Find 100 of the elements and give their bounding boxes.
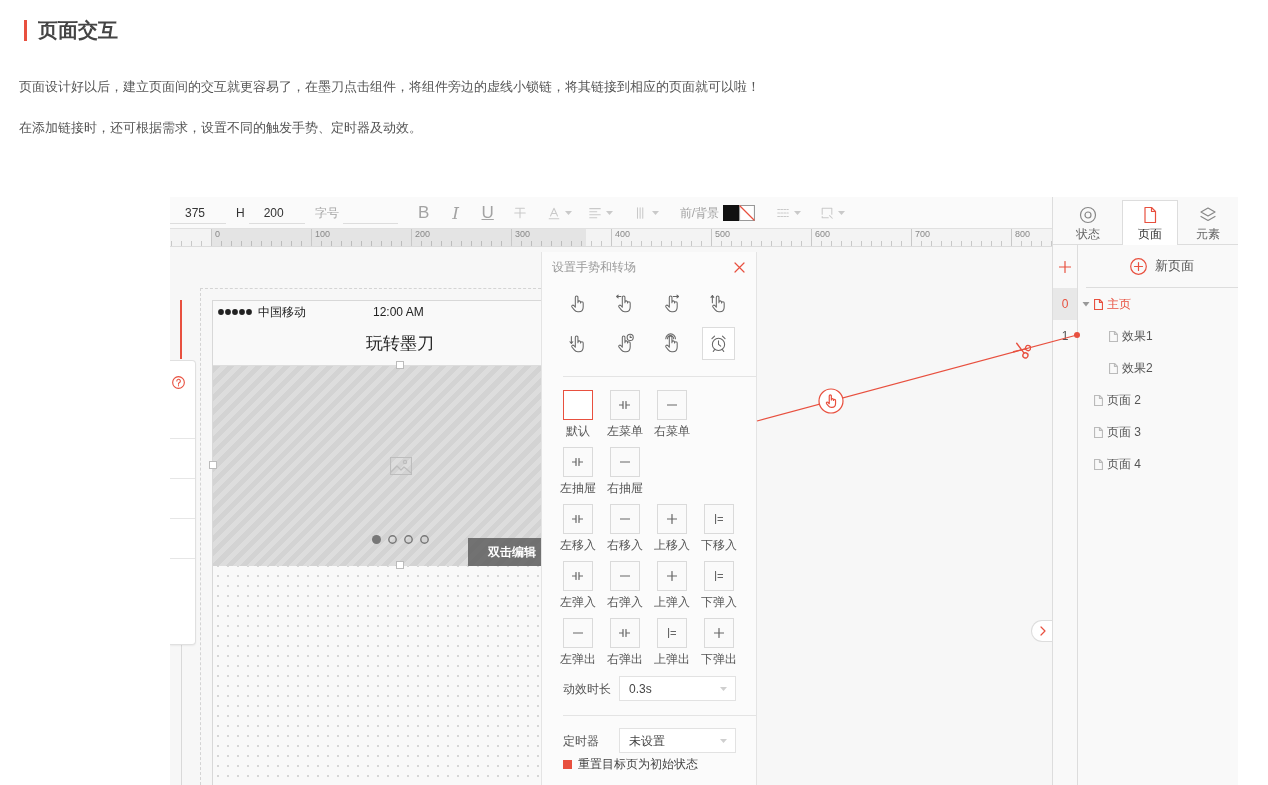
minus-icon xyxy=(666,404,677,406)
plus-icon xyxy=(713,628,724,638)
chevron-right-icon xyxy=(1040,626,1046,636)
transition-label: 左抽屉 xyxy=(559,481,596,495)
caret-down-icon[interactable] xyxy=(1082,300,1090,308)
ruler-label: 300 xyxy=(515,229,531,240)
duration-label: 动效时长 xyxy=(563,680,612,697)
caret-icon xyxy=(837,210,845,215)
status-time: 12:00 AM xyxy=(373,303,424,321)
bar-lines-icon xyxy=(667,628,676,638)
panel-tab[interactable]: 状态 xyxy=(1053,200,1122,245)
strikethrough-icon xyxy=(512,205,527,220)
ruler-label: 0 xyxy=(215,229,220,240)
gesture-button[interactable] xyxy=(702,327,735,360)
ruler-label: 400 xyxy=(615,229,631,240)
new-page-button[interactable]: 新页面 xyxy=(1130,256,1194,276)
minus-icon xyxy=(619,461,630,463)
transition-label: 默认 xyxy=(565,424,590,438)
help-icon[interactable] xyxy=(172,376,185,389)
add-icon[interactable] xyxy=(1059,260,1071,273)
caret-icon xyxy=(720,738,727,743)
duration-select[interactable]: 0.3s xyxy=(619,676,736,701)
transition-label: 下弹出 xyxy=(700,652,737,666)
collapse-button[interactable] xyxy=(1031,620,1052,642)
resize-handle[interactable] xyxy=(396,561,404,569)
minus-icon xyxy=(619,575,630,577)
checkbox-label: 重置目标页为初始状态 xyxy=(578,757,698,771)
transition-label: 右移入 xyxy=(606,538,643,552)
transition-label: 左弹入 xyxy=(559,595,596,609)
page-item[interactable]: 效果2 xyxy=(1078,352,1238,384)
heading-accent-bar xyxy=(24,19,27,41)
split-bars-icon xyxy=(572,458,583,466)
transition-option[interactable] xyxy=(562,390,593,420)
page-item[interactable]: 页面 3 xyxy=(1078,416,1238,448)
ruler-label: 600 xyxy=(815,229,831,240)
add-circle-icon xyxy=(1130,257,1147,275)
transition-label: 右弹入 xyxy=(606,595,643,609)
close-icon[interactable] xyxy=(734,261,745,273)
page-item[interactable]: 效果1 xyxy=(1078,320,1238,352)
file-icon xyxy=(1094,394,1103,406)
align-lines-icon xyxy=(588,205,603,220)
ruler-label: 800 xyxy=(1015,229,1031,240)
color-label: 前/背景 xyxy=(679,204,719,221)
file-icon xyxy=(1141,205,1159,224)
caret-icon xyxy=(565,210,573,215)
minus-icon xyxy=(619,518,630,520)
caret-icon xyxy=(652,210,660,215)
scissors-icon[interactable] xyxy=(1013,341,1031,359)
paragraph: 页面设计好以后，建立页面间的交互就更容易了，在墨刀点击组件，将组件旁边的虚线小锁链，将其链接到相应的页面就可以啦！ xyxy=(19,78,761,96)
panel-tab[interactable]: 元素 xyxy=(1178,200,1238,245)
page-item[interactable]: 页面 2 xyxy=(1078,384,1238,416)
file-icon xyxy=(1109,330,1118,342)
font-size-label: 字号 xyxy=(314,204,339,221)
ruler-label: 200 xyxy=(415,229,431,240)
transition-label: 下移入 xyxy=(700,538,737,552)
height-field[interactable]: 200 xyxy=(248,201,305,224)
bar-lines-icon xyxy=(714,514,723,524)
target-icon xyxy=(1078,205,1097,224)
transition-label: 右抽屉 xyxy=(606,481,643,495)
transition-label: 左菜单 xyxy=(606,424,643,438)
page-item[interactable]: 主页 xyxy=(1078,288,1238,320)
resize-handle[interactable] xyxy=(396,361,404,369)
page-heading: 页面交互 xyxy=(38,19,118,41)
hand-circle-icon[interactable] xyxy=(818,388,844,414)
split-bars-icon xyxy=(572,572,583,580)
transition-label: 上弹出 xyxy=(653,652,690,666)
resize-handle[interactable] xyxy=(209,461,217,469)
transition-label: 右弹出 xyxy=(606,652,643,666)
file-icon xyxy=(1109,362,1118,374)
transition-label: 下弹入 xyxy=(700,595,737,609)
frame-icon xyxy=(819,205,834,220)
screen-title: 玩转墨刀 xyxy=(366,332,434,355)
timer-label: 定时器 xyxy=(563,732,600,749)
edit-hint: 双击编辑 xyxy=(468,538,541,566)
page-item[interactable]: 页面 4 xyxy=(1078,448,1238,480)
caret-icon xyxy=(606,210,614,215)
panel-tab[interactable]: 页面 xyxy=(1122,200,1178,245)
timer-select[interactable]: 未设置 xyxy=(619,728,736,753)
checkbox[interactable] xyxy=(563,759,572,769)
text-color-icon xyxy=(547,205,562,220)
guide-marker xyxy=(180,300,182,359)
split-bars-icon xyxy=(572,515,583,523)
color-swatch-icon[interactable] xyxy=(723,204,739,221)
split-bars-icon xyxy=(619,629,630,637)
ruler-label: 700 xyxy=(915,229,931,240)
image-icon xyxy=(390,457,412,475)
no-fill-swatch-icon[interactable] xyxy=(739,204,755,221)
file-icon xyxy=(1094,458,1103,470)
transition-label: 左移入 xyxy=(559,538,596,552)
row-number: 0 xyxy=(1053,288,1077,320)
width-field[interactable]: 375 xyxy=(170,201,226,224)
ruler-label: 100 xyxy=(315,229,331,240)
signal-dots-icon xyxy=(218,308,253,315)
paragraph: 在添加链接时，还可根据需求，设置不同的触发手势、定时器及动效。 xyxy=(19,119,423,137)
plus-icon xyxy=(666,514,677,524)
height-label: H xyxy=(236,204,245,221)
alarm-clock-icon xyxy=(708,333,729,354)
transition-label: 右菜单 xyxy=(653,424,690,438)
minus-icon xyxy=(572,632,583,634)
transition-label: 上移入 xyxy=(653,538,690,552)
